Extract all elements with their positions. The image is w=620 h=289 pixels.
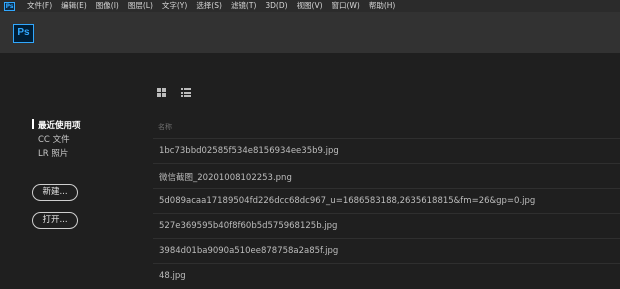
- column-header-name[interactable]: 名称: [158, 122, 172, 132]
- file-name: 5d089acaa17189504fd226dcc68dc967_u=16865…: [159, 196, 536, 206]
- menu-edit[interactable]: 编辑(E): [61, 0, 87, 12]
- list-view-icon[interactable]: [181, 88, 191, 97]
- open-button[interactable]: 打开...: [32, 212, 78, 229]
- file-row[interactable]: 微信截图_20201008102253.png: [153, 163, 620, 188]
- file-name: 1bc73bbd02585f534e8156934ee35b9.jpg: [159, 146, 339, 156]
- menu-file[interactable]: 文件(F): [27, 0, 52, 12]
- new-button[interactable]: 新建...: [32, 184, 78, 201]
- menu-3d[interactable]: 3D(D): [265, 0, 287, 12]
- active-item-marker: [32, 119, 34, 129]
- sidebar: [0, 53, 140, 289]
- sidebar-item-recent[interactable]: 最近使用项: [38, 119, 81, 131]
- file-row[interactable]: 5d089acaa17189504fd226dcc68dc967_u=16865…: [153, 188, 620, 213]
- sidebar-item-cc-files[interactable]: CC 文件: [38, 133, 70, 145]
- menu-window[interactable]: 窗口(W): [332, 0, 360, 12]
- file-row[interactable]: 3984d01ba9090a510ee878758a2a85f.jpg: [153, 238, 620, 263]
- menu-view[interactable]: 视图(V): [297, 0, 323, 12]
- file-name: 527e369595b40f8f60b5d575968125b.jpg: [159, 221, 338, 231]
- file-name: 3984d01ba9090a510ee878758a2a85f.jpg: [159, 246, 339, 256]
- sidebar-item-lr-photos[interactable]: LR 照片: [38, 147, 68, 159]
- grid-view-icon[interactable]: [157, 88, 166, 97]
- menu-help[interactable]: 帮助(H): [369, 0, 396, 12]
- app-header: Ps: [0, 12, 620, 53]
- photoshop-logo-icon: Ps: [13, 24, 34, 43]
- menu-select[interactable]: 选择(S): [196, 0, 222, 12]
- file-row[interactable]: 1bc73bbd02585f534e8156934ee35b9.jpg: [153, 138, 620, 163]
- menu-image[interactable]: 图像(I): [96, 0, 119, 12]
- menu-bar: Ps 文件(F) 编辑(E) 图像(I) 图层(L) 文字(Y) 选择(S) 滤…: [0, 0, 620, 12]
- file-name: 微信截图_20201008102253.png: [159, 173, 292, 183]
- file-row[interactable]: 48.jpg: [153, 263, 620, 288]
- file-name: 48.jpg: [159, 271, 186, 281]
- menu-layer[interactable]: 图层(L): [128, 0, 153, 12]
- menu-filter[interactable]: 滤镜(T): [231, 0, 256, 12]
- photoshop-app-icon[interactable]: Ps: [4, 1, 15, 11]
- file-row[interactable]: 527e369595b40f8f60b5d575968125b.jpg: [153, 213, 620, 238]
- menu-type[interactable]: 文字(Y): [162, 0, 187, 12]
